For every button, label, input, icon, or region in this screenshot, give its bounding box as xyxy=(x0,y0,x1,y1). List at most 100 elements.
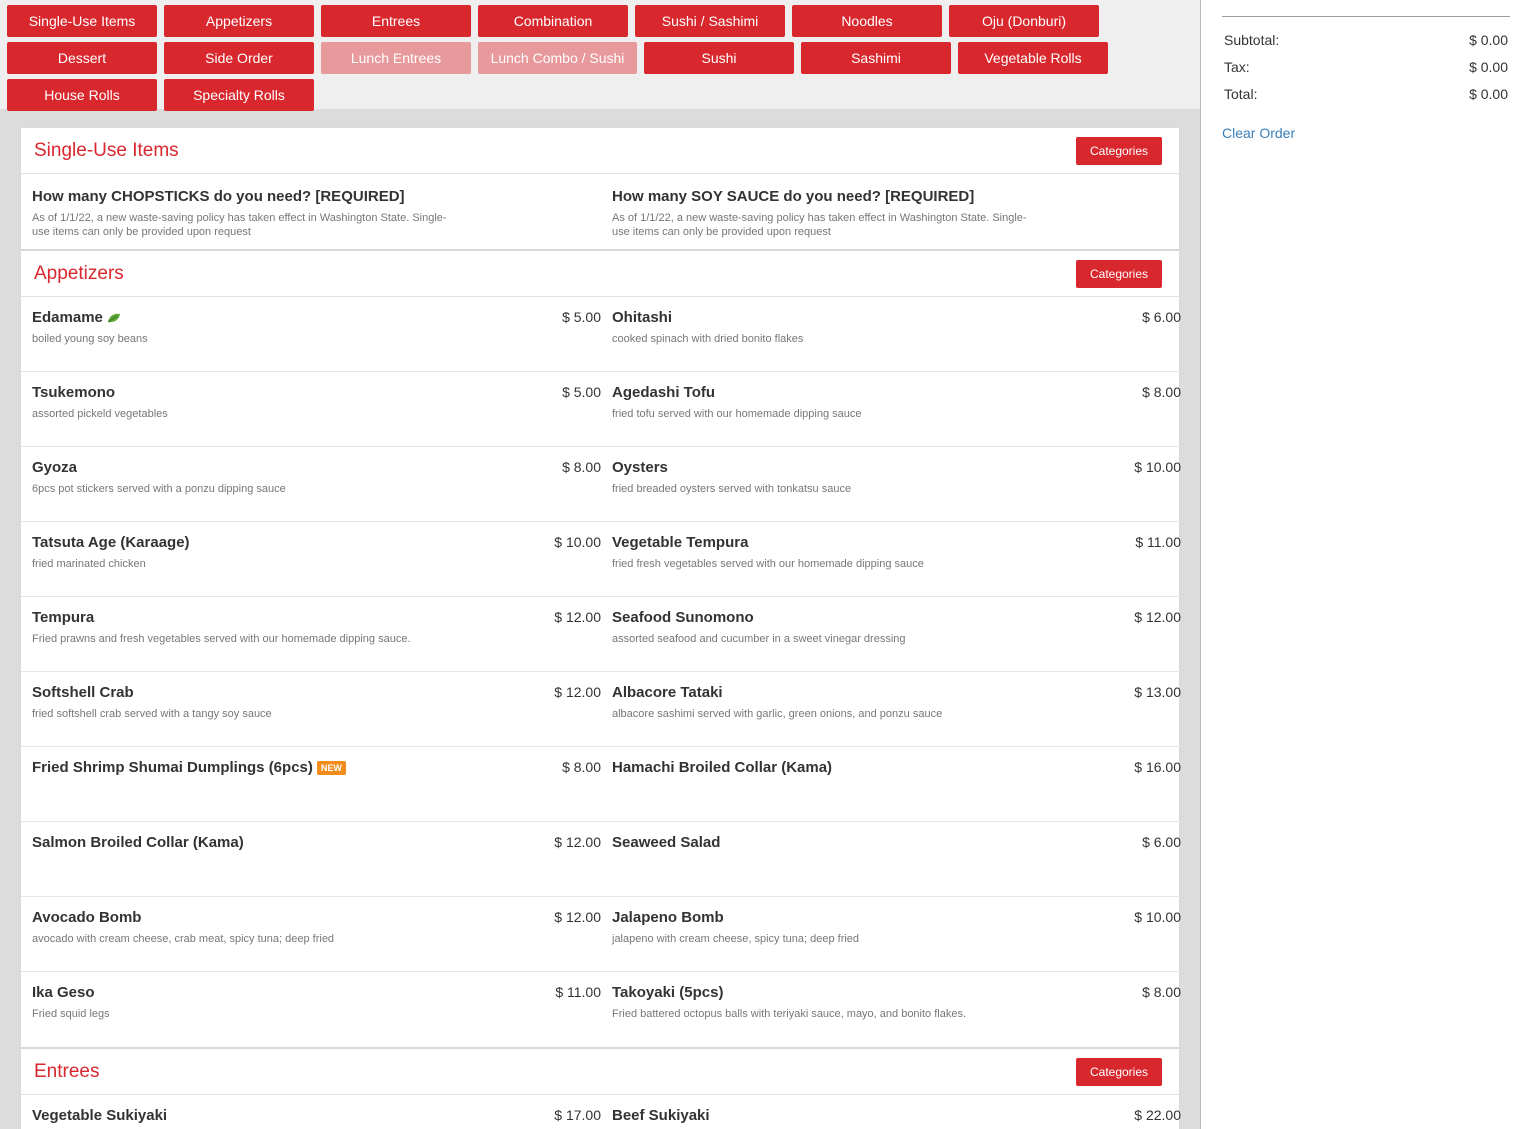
order-sidebar: Subtotal: $ 0.00 Tax: $ 0.00 Total: $ 0.… xyxy=(1200,0,1530,1129)
item-name: Oysters xyxy=(612,459,1170,476)
menu-item[interactable]: Beef Sukiyaki $ 22.00 xyxy=(601,1095,1181,1129)
item-description: assorted seafood and cucumber in a sweet… xyxy=(612,633,906,645)
item-name: Hamachi Broiled Collar (Kama) xyxy=(612,759,1170,776)
item-description: As of 1/1/22, a new waste-saving policy … xyxy=(32,212,447,238)
category-bar: Single-Use Items Appetizers Entrees Combina… xyxy=(0,0,1200,111)
menu-item[interactable]: Ohitashi $ 6.00 cooked spinach with dried … xyxy=(601,297,1181,372)
item-price: $ 8.00 xyxy=(1142,984,1181,1000)
menu-item[interactable]: Edamame $ 5.00 boiled young soy beans xyxy=(21,297,601,372)
section-header: Entrees Categories xyxy=(21,1049,1179,1095)
item-name-text: Hamachi Broiled Collar (Kama) xyxy=(612,759,833,776)
menu-item[interactable]: Albacore Tataki $ 13.00 albacore sashimi s… xyxy=(601,672,1181,747)
item-name-text: Tempura xyxy=(32,609,95,626)
item-name-text: Ohitashi xyxy=(612,309,673,326)
new-badge: NEW xyxy=(316,760,346,775)
item-name-text: Gyoza xyxy=(32,459,78,476)
menu-item[interactable]: Salmon Broiled Collar (Kama) $ 12.00 xyxy=(21,822,601,897)
menu-item[interactable]: Oysters $ 10.00 fried breaded oysters serv… xyxy=(601,447,1181,522)
menu-item[interactable]: Hamachi Broiled Collar (Kama) $ 16.00 xyxy=(601,747,1181,822)
item-name-text: Seafood Sunomono xyxy=(612,609,754,626)
item-name: How many CHOPSTICKS do you need? [REQUIR… xyxy=(32,188,590,205)
item-name: Ika Geso xyxy=(32,984,590,1001)
menu-item[interactable]: Softshell Crab $ 12.00 fried softshell cra… xyxy=(21,672,601,747)
item-price: $ 11.00 xyxy=(1135,534,1181,550)
item-name: Tsukemono xyxy=(32,384,590,401)
category-button-combination[interactable]: Combination xyxy=(478,5,628,37)
item-description: assorted pickeld vegetables xyxy=(32,408,168,420)
item-price: $ 12.00 xyxy=(554,834,601,850)
menu-item[interactable]: Tempura $ 12.00 Fried prawns and fresh veg… xyxy=(21,597,601,672)
subtotal-value: $ 0.00 xyxy=(1469,32,1508,48)
category-button-appetizers[interactable]: Appetizers xyxy=(164,5,314,37)
item-name: Tempura xyxy=(32,609,590,626)
menu-item[interactable]: Gyoza $ 8.00 6pcs pot stickers served with… xyxy=(21,447,601,522)
item-description: albacore sashimi served with garlic, gre… xyxy=(612,708,943,720)
item-name-text: Beef Sukiyaki xyxy=(612,1107,710,1124)
menu-item[interactable]: Jalapeno Bomb $ 10.00 jalapeno with cream … xyxy=(601,897,1181,972)
category-button-single-use-items[interactable]: Single-Use Items xyxy=(7,5,157,37)
section-header: Appetizers Categories xyxy=(21,251,1179,297)
category-button-lunch-entrees[interactable]: Lunch Entrees xyxy=(321,42,471,74)
item-price: $ 10.00 xyxy=(1134,909,1181,925)
leaf-icon xyxy=(107,313,120,322)
category-button-specialty-rolls[interactable]: Specialty Rolls xyxy=(164,79,314,111)
menu-item[interactable]: Ika Geso $ 11.00 Fried squid legs xyxy=(21,972,601,1047)
categories-button[interactable]: Categories xyxy=(1076,1057,1162,1086)
category-button-oju-donburi[interactable]: Oju (Donburi) xyxy=(949,5,1099,37)
categories-button[interactable]: Categories xyxy=(1076,136,1162,165)
category-button-lunch-combo-sushi[interactable]: Lunch Combo / Sushi xyxy=(478,42,637,74)
clear-order-link[interactable]: Clear Order xyxy=(1222,125,1295,141)
item-price: $ 10.00 xyxy=(1134,459,1181,475)
menu-item[interactable]: Tsukemono $ 5.00 assorted pickeld vegetabl… xyxy=(21,372,601,447)
item-price: $ 12.00 xyxy=(554,609,601,625)
item-description: fried fresh vegetables served with our h… xyxy=(612,558,924,570)
item-description: fried tofu served with our homemade dipp… xyxy=(612,408,862,420)
menu-item[interactable]: How many SOY SAUCE do you need? [REQUIRE… xyxy=(601,174,1181,249)
category-button-entrees[interactable]: Entrees xyxy=(321,5,471,37)
menu-item[interactable]: Seafood Sunomono $ 12.00 assorted seafood … xyxy=(601,597,1181,672)
item-price: $ 5.00 xyxy=(562,384,601,400)
menu-item[interactable]: Tatsuta Age (Karaage) $ 10.00 fried marina… xyxy=(21,522,601,597)
menu-panel: Single-Use Items Appetizers Entrees Combina… xyxy=(0,0,1200,1129)
item-name: Seaweed Salad xyxy=(612,834,1170,851)
menu-item[interactable]: How many CHOPSTICKS do you need? [REQUIR… xyxy=(21,174,601,249)
total-row: Total: $ 0.00 xyxy=(1224,86,1508,102)
category-button-sushi-sashimi[interactable]: Sushi / Sashimi xyxy=(635,5,785,37)
item-name-text: Softshell Crab xyxy=(32,684,134,701)
item-description: As of 1/1/22, a new waste-saving policy … xyxy=(612,212,1027,238)
categories-button[interactable]: Categories xyxy=(1076,259,1162,288)
category-button-sashimi[interactable]: Sashimi xyxy=(801,42,951,74)
item-name-text: Fried Shrimp Shumai Dumplings (6pcs) xyxy=(32,759,313,776)
item-name-text: Vegetable Tempura xyxy=(612,534,749,551)
category-button-dessert[interactable]: Dessert xyxy=(7,42,157,74)
menu-item[interactable]: Takoyaki (5pcs) $ 8.00 Fried battered octo… xyxy=(601,972,1181,1047)
item-name: Ohitashi xyxy=(612,309,1170,326)
item-name-text: Avocado Bomb xyxy=(32,909,142,926)
category-button-house-rolls[interactable]: House Rolls xyxy=(7,79,157,111)
item-price: $ 12.00 xyxy=(554,684,601,700)
menu-item[interactable]: Agedashi Tofu $ 8.00 fried tofu served wit… xyxy=(601,372,1181,447)
section-title: Appetizers xyxy=(34,262,124,284)
menu-item[interactable]: Fried Shrimp Shumai Dumplings (6pcs) NEW $… xyxy=(21,747,601,822)
menu-item[interactable]: Seaweed Salad $ 6.00 xyxy=(601,822,1181,897)
menu-item[interactable]: Avocado Bomb $ 12.00 avocado with cream ch… xyxy=(21,897,601,972)
menu-item[interactable]: Vegetable Sukiyaki $ 17.00 xyxy=(21,1095,601,1129)
category-button-sushi[interactable]: Sushi xyxy=(644,42,794,74)
item-name: How many SOY SAUCE do you need? [REQUIRE… xyxy=(612,188,1170,205)
item-name-text: How many CHOPSTICKS do you need? [REQUIR… xyxy=(32,188,405,205)
item-name: Vegetable Tempura xyxy=(612,534,1170,551)
item-name-text: Takoyaki (5pcs) xyxy=(612,984,724,1001)
category-button-noodles[interactable]: Noodles xyxy=(792,5,942,37)
category-button-vegetable-rolls[interactable]: Vegetable Rolls xyxy=(958,42,1108,74)
item-name-text: Seaweed Salad xyxy=(612,834,721,851)
item-name-text: How many SOY SAUCE do you need? [REQUIRE… xyxy=(612,188,975,205)
item-name-text: Tsukemono xyxy=(32,384,116,401)
item-description: avocado with cream cheese, crab meat, sp… xyxy=(32,933,335,945)
item-grid: Vegetable Sukiyaki $ 17.00 Beef Sukiyaki $ … xyxy=(21,1095,1181,1129)
item-grid: Edamame $ 5.00 boiled young soy beans Ohita… xyxy=(21,297,1181,1047)
item-description: fried marinated chicken xyxy=(32,558,146,570)
item-price: $ 5.00 xyxy=(562,309,601,325)
category-button-side-order[interactable]: Side Order xyxy=(164,42,314,74)
item-grid: How many CHOPSTICKS do you need? [REQUIR… xyxy=(21,174,1179,249)
menu-item[interactable]: Vegetable Tempura $ 11.00 fried fresh vege… xyxy=(601,522,1181,597)
